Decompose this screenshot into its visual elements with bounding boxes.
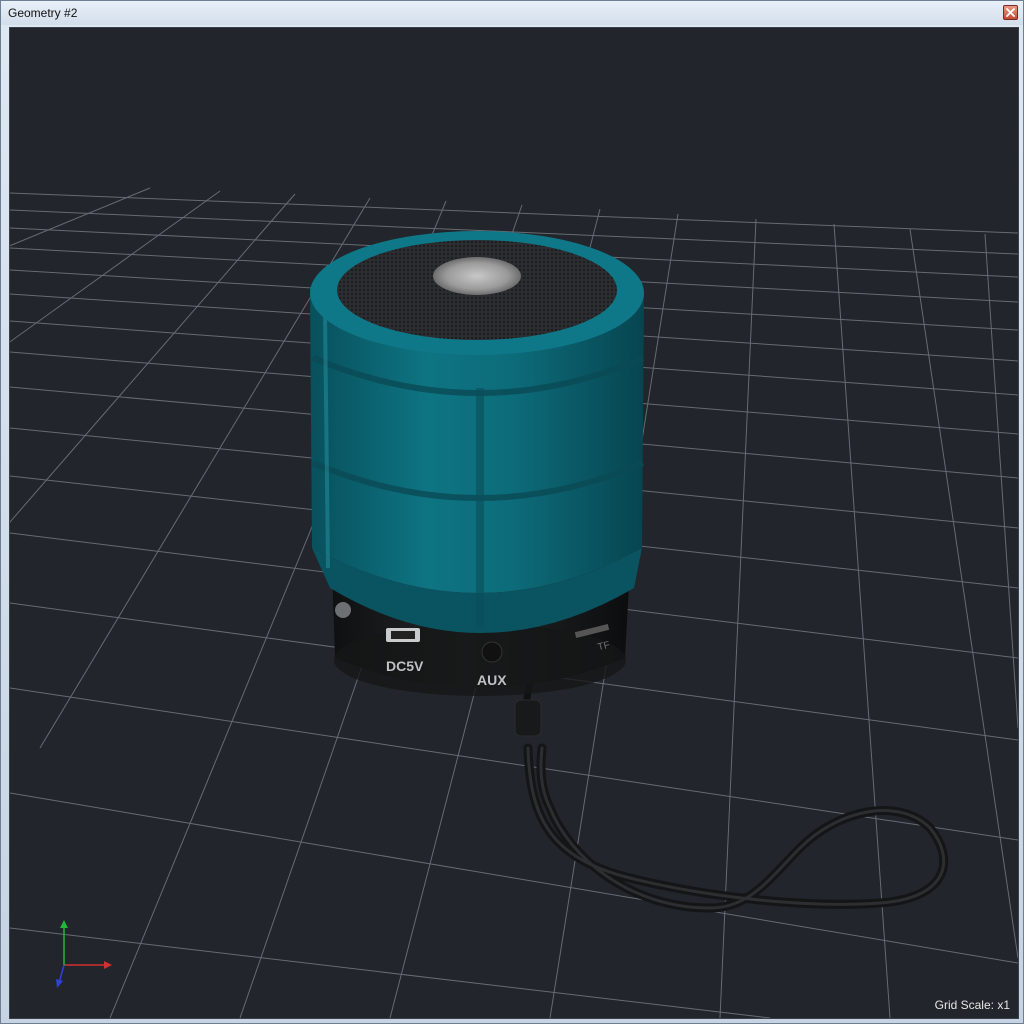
dc-port-label: DC5V [386, 658, 424, 674]
power-button [335, 602, 351, 618]
close-icon [1006, 8, 1015, 17]
aux-jack [481, 641, 503, 663]
title-bar[interactable]: Geometry #2 [1, 1, 1023, 25]
x-axis-arrow-icon [104, 961, 112, 969]
scene-canvas: DC5V AUX TF [10, 187, 1018, 1018]
grid-scale-value: x1 [997, 998, 1010, 1012]
z-axis-arrow-icon [56, 979, 63, 988]
grid-scale-readout: Grid Scale: x1 [935, 998, 1010, 1012]
geometry-window: Geometry #2 DC5V AUX TF Grid Scale: x1 [0, 0, 1024, 1024]
aux-port-label: AUX [477, 672, 507, 688]
speaker-center-cap [433, 257, 521, 295]
window-title: Geometry #2 [8, 6, 78, 20]
3d-viewport[interactable]: DC5V AUX TF Grid Scale: x1 [9, 27, 1019, 1019]
axis-gizmo [56, 920, 112, 988]
speaker-model[interactable]: DC5V AUX TF [310, 231, 645, 696]
y-axis-arrow-icon [60, 920, 68, 928]
grid-scale-label: Grid Scale: [934, 998, 994, 1012]
close-button[interactable] [1003, 5, 1018, 20]
